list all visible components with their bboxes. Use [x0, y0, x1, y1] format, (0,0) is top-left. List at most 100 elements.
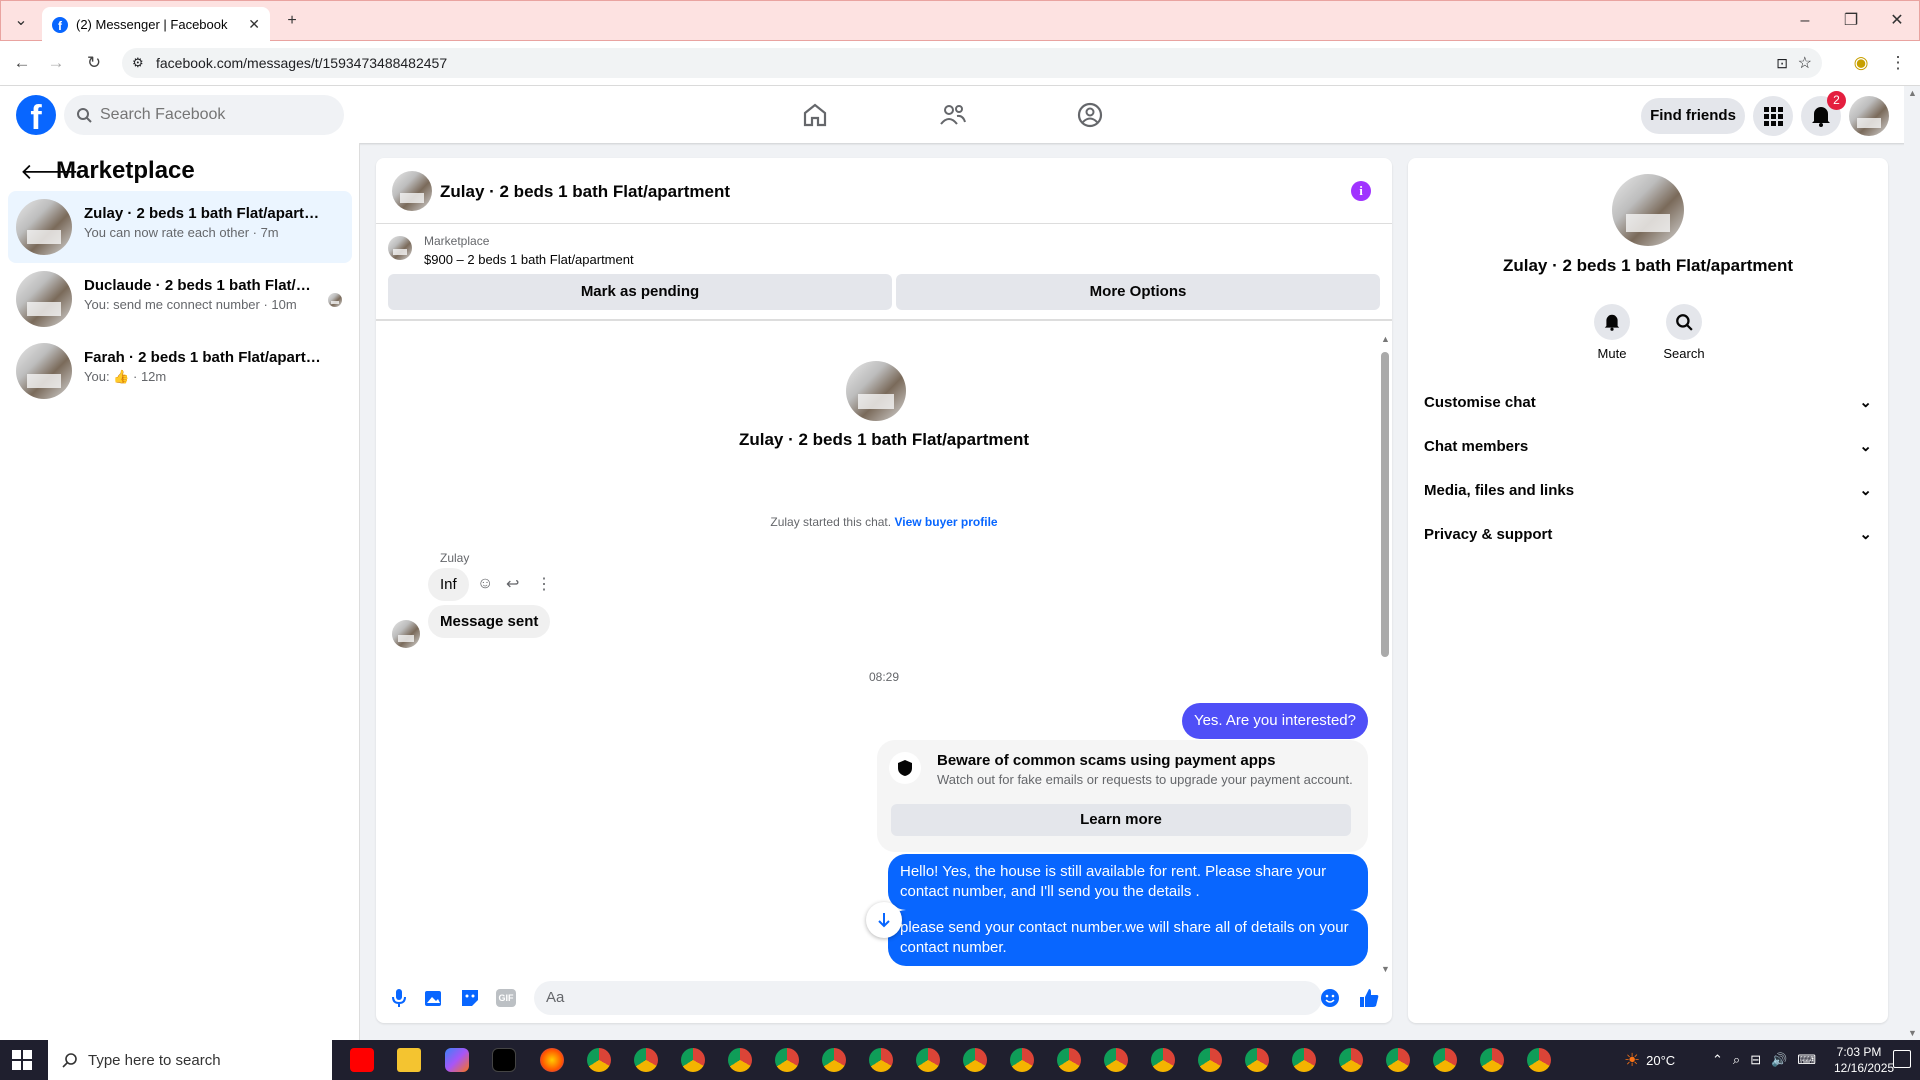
more-options-button[interactable]: More Options — [896, 274, 1380, 310]
notification-center-icon[interactable] — [1893, 1050, 1911, 1068]
media-files-section[interactable]: Media, files and links ⌄ — [1424, 468, 1872, 512]
language-icon[interactable]: ⌨ — [1797, 1052, 1816, 1068]
chrome-icon[interactable] — [587, 1048, 611, 1072]
panel-title: Marketplace — [56, 157, 195, 184]
conversation-item[interactable]: Duclaude · 2 beds 1 bath Flat/ap... You:… — [8, 263, 352, 335]
site-info-icon[interactable]: ⚙ — [132, 55, 144, 71]
preview-suffix: · 12m — [133, 369, 167, 384]
message-input[interactable]: Aa — [534, 981, 1322, 1015]
chrome-icon[interactable] — [869, 1048, 893, 1072]
conversation-item[interactable]: Farah · 2 beds 1 bath Flat/apartment You… — [8, 335, 352, 407]
tiktok-icon[interactable] — [492, 1048, 516, 1072]
conversation-item[interactable]: Zulay · 2 beds 1 bath Flat/apartment You… — [8, 191, 352, 263]
firefox-icon[interactable] — [540, 1048, 564, 1072]
browser-menu-icon[interactable]: ⋮ — [1886, 51, 1910, 75]
chat-members-section[interactable]: Chat members ⌄ — [1424, 424, 1872, 468]
windows-start-icon[interactable] — [12, 1050, 32, 1070]
message-bubble-outgoing[interactable]: please send your contact number.we will … — [888, 910, 1368, 966]
camera-icon[interactable]: ⌕ — [1733, 1052, 1740, 1068]
emoji-icon[interactable] — [1320, 988, 1340, 1008]
reply-icon[interactable]: ↩ — [506, 574, 519, 594]
friends-icon[interactable] — [938, 100, 968, 130]
learn-more-button[interactable]: Learn more — [891, 804, 1351, 836]
chrome-icon[interactable] — [1104, 1048, 1128, 1072]
message-bubble-outgoing[interactable]: Yes. Are you interested? — [1181, 703, 1368, 739]
chrome-icon[interactable] — [1339, 1048, 1363, 1072]
chrome-icon[interactable] — [1010, 1048, 1034, 1072]
find-friends-button[interactable]: Find friends — [1641, 98, 1745, 134]
chrome-icon[interactable] — [728, 1048, 752, 1072]
mute-button[interactable]: Mute — [1572, 304, 1652, 361]
facebook-search[interactable] — [64, 95, 344, 135]
page-scrollbar[interactable]: ▲ ▼ — [1904, 86, 1920, 1040]
chrome-icon[interactable] — [963, 1048, 987, 1072]
browser-tab[interactable]: f (2) Messenger | Facebook ✕ — [42, 7, 270, 42]
chrome-icon[interactable] — [1480, 1048, 1504, 1072]
taskbar-search[interactable]: Type here to search — [48, 1040, 332, 1080]
chrome-icon[interactable] — [634, 1048, 658, 1072]
chrome-icon[interactable] — [775, 1048, 799, 1072]
home-icon[interactable] — [800, 100, 830, 130]
minimize-icon[interactable]: – — [1793, 9, 1817, 33]
chrome-icon[interactable] — [1057, 1048, 1081, 1072]
chrome-icon[interactable] — [681, 1048, 705, 1072]
close-window-icon[interactable]: ✕ — [1885, 9, 1909, 33]
chrome-icon[interactable] — [1151, 1048, 1175, 1072]
file-explorer-icon[interactable] — [397, 1048, 421, 1072]
info-icon[interactable]: i — [1351, 181, 1371, 201]
facebook-search-input[interactable] — [100, 106, 300, 124]
gif-icon[interactable]: GIF — [496, 989, 516, 1007]
chrome-icon[interactable] — [1433, 1048, 1457, 1072]
chrome-icon[interactable] — [916, 1048, 940, 1072]
mark-pending-button[interactable]: Mark as pending — [388, 274, 892, 310]
microphone-icon[interactable] — [390, 988, 408, 1008]
install-app-icon[interactable]: ⊡ — [1776, 55, 1788, 72]
restore-icon[interactable]: ❐ — [1839, 9, 1863, 33]
volume-icon[interactable]: 🔊 — [1771, 1052, 1787, 1068]
reload-icon[interactable]: ↻ — [82, 51, 106, 75]
new-tab-icon[interactable]: + — [280, 9, 304, 33]
account-avatar[interactable] — [1849, 96, 1889, 136]
listing-price[interactable]: $900 – 2 beds 1 bath Flat/apartment — [424, 252, 634, 267]
facebook-logo-icon[interactable]: f — [16, 95, 56, 135]
back-icon[interactable]: ← — [10, 51, 34, 75]
chrome-icon[interactable] — [1292, 1048, 1316, 1072]
network-icon[interactable]: ⊟ — [1750, 1052, 1761, 1068]
message-bubble-incoming[interactable]: Message sent — [428, 605, 551, 638]
forward-icon[interactable]: → — [44, 51, 68, 75]
chevron-up-icon[interactable]: ⌃ — [1712, 1052, 1723, 1068]
chrome-icon[interactable] — [822, 1048, 846, 1072]
tab-list-icon[interactable]: ⌄ — [9, 9, 33, 33]
scrollbar-thumb[interactable] — [1381, 352, 1389, 657]
sticker-icon[interactable] — [460, 988, 480, 1008]
customise-chat-section[interactable]: Customise chat ⌄ — [1424, 380, 1872, 424]
like-thumbs-up-icon[interactable] — [1358, 987, 1380, 1009]
privacy-support-section[interactable]: Privacy & support ⌄ — [1424, 512, 1872, 556]
weather-widget[interactable]: ☀ 20°C — [1624, 1040, 1675, 1080]
react-emoji-icon[interactable]: ☺ — [477, 575, 493, 593]
chrome-icon[interactable] — [1245, 1048, 1269, 1072]
message-bubble-incoming[interactable]: Inf — [428, 568, 469, 601]
scam-warning-title: Beware of common scams using payment app… — [937, 752, 1276, 769]
chrome-icon[interactable] — [1386, 1048, 1410, 1072]
youtube-app-icon[interactable] — [350, 1048, 374, 1072]
chrome-icon[interactable] — [1198, 1048, 1222, 1072]
groups-icon[interactable] — [1075, 100, 1105, 130]
search-in-chat-button[interactable]: Search — [1644, 304, 1724, 361]
menu-grid-button[interactable] — [1753, 96, 1793, 136]
profile-icon[interactable]: ◉ — [1849, 51, 1873, 75]
more-actions-icon[interactable]: ⋮ — [536, 574, 552, 594]
address-bar[interactable]: ⚙ facebook.com/messages/t/15934734884824… — [122, 48, 1822, 78]
close-tab-icon[interactable]: ✕ — [248, 16, 260, 33]
taskbar-clock[interactable]: 7:03 PM 12/16/2025 — [1834, 1044, 1894, 1076]
chrome-icon[interactable] — [1527, 1048, 1551, 1072]
bookmark-star-icon[interactable]: ☆ — [1798, 53, 1812, 73]
photo-icon[interactable] — [424, 988, 444, 1008]
message-bubble-outgoing[interactable]: Hello! Yes, the house is still available… — [888, 854, 1368, 910]
chat-title[interactable]: Zulay · 2 beds 1 bath Flat/apartment — [440, 182, 730, 202]
view-buyer-profile-link[interactable]: View buyer profile — [894, 515, 997, 529]
scroll-to-bottom-button[interactable] — [866, 902, 902, 938]
chat-avatar[interactable] — [392, 171, 432, 211]
chat-scrollbar[interactable]: ▲ ▼ — [1378, 334, 1392, 974]
copilot-icon[interactable] — [445, 1048, 469, 1072]
